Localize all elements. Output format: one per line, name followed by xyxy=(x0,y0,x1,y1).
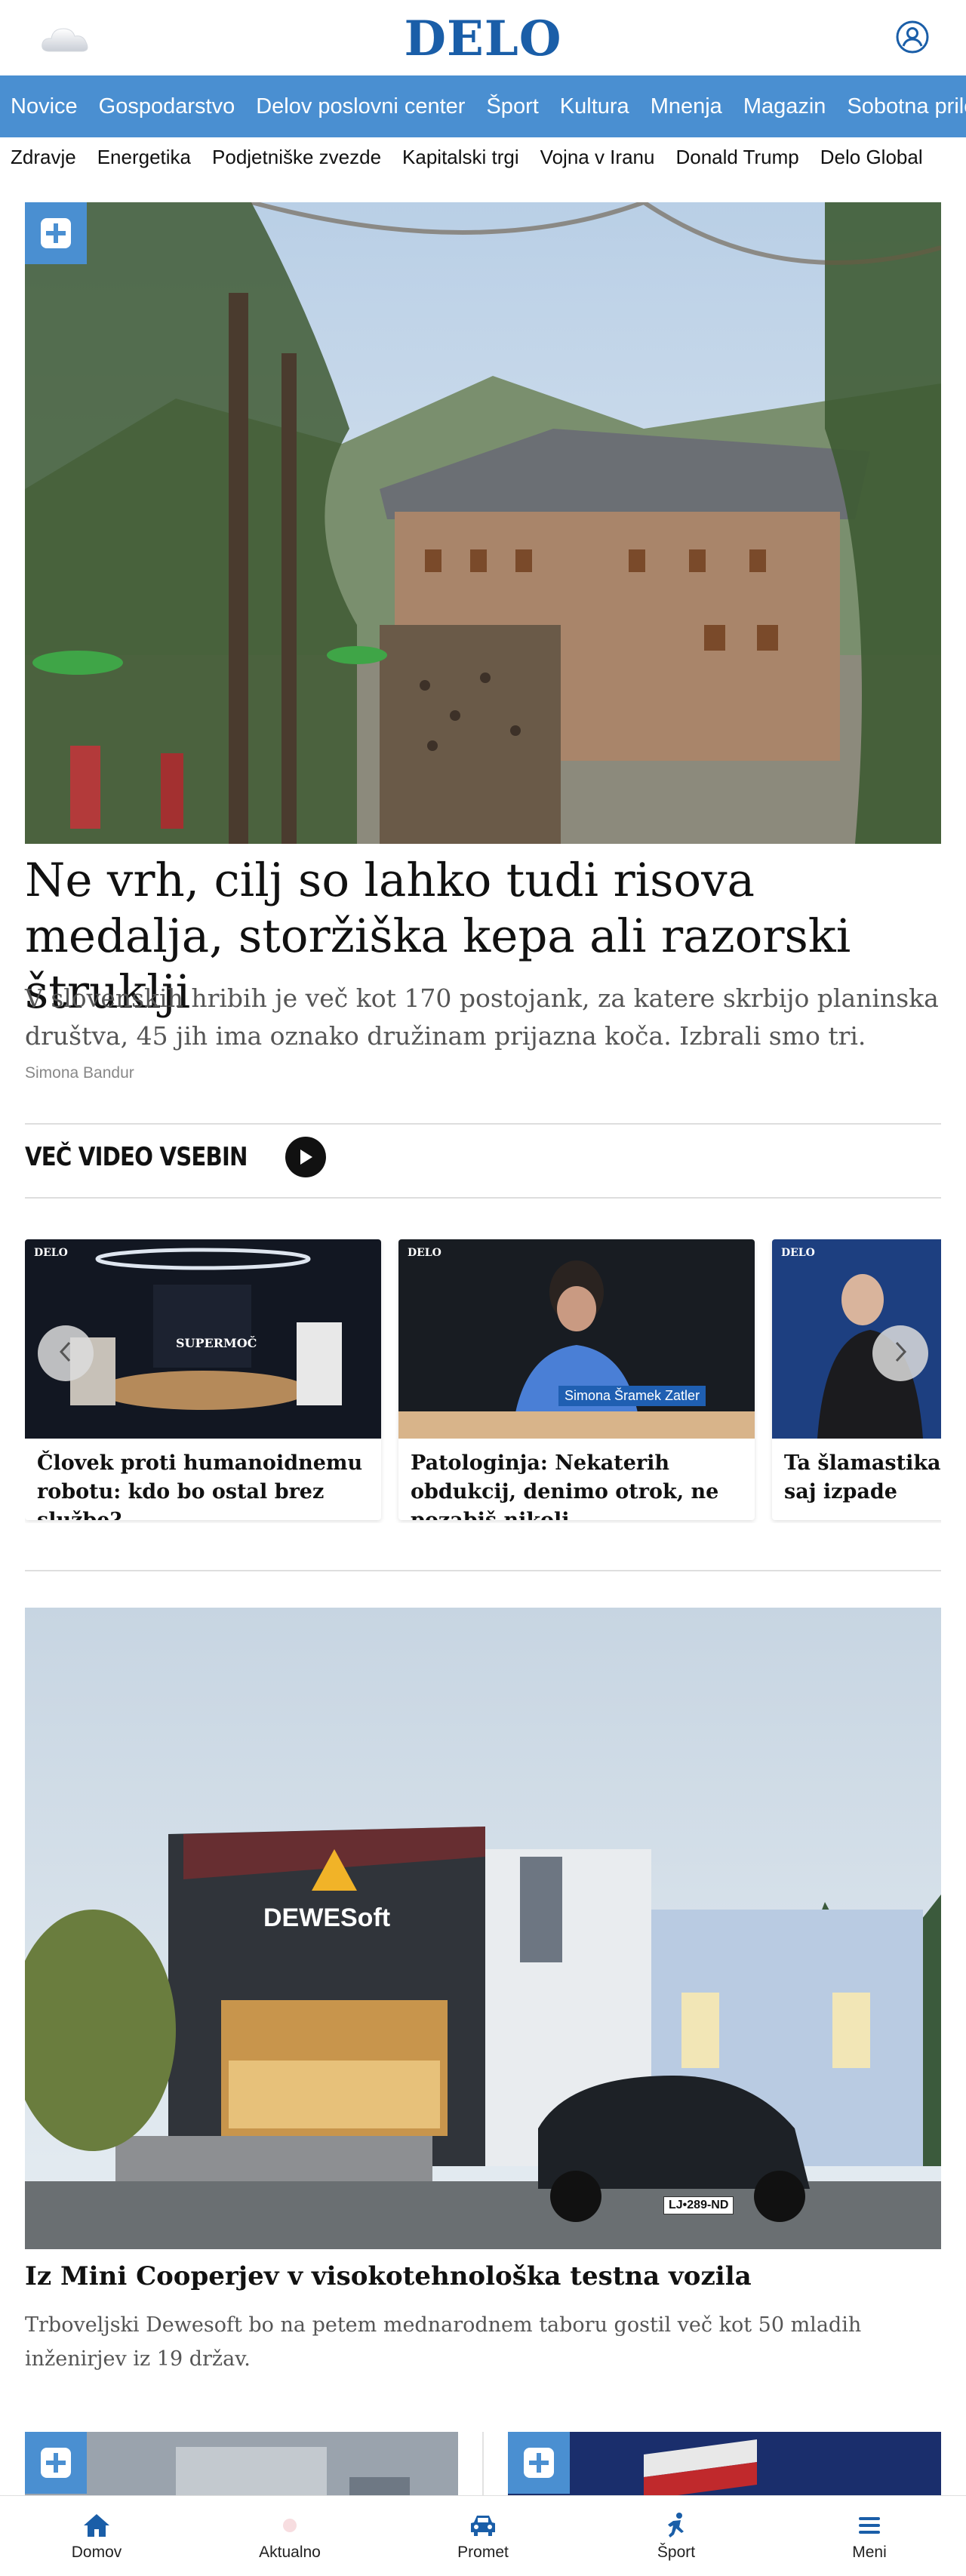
topic-zdravje[interactable]: Zdravje xyxy=(11,146,76,169)
video-name-caption: Simona Šramek Zatler xyxy=(558,1386,706,1406)
running-person-icon xyxy=(664,2510,688,2541)
section-divider xyxy=(25,1197,941,1199)
video-card[interactable]: DELO Simona Šramek Zatler Patologinja: N… xyxy=(398,1239,755,1520)
article-lead: Trboveljski Dewesoft bo na petem mednaro… xyxy=(25,2313,862,2371)
nav-item-gospodarstvo[interactable]: Gospodarstvo xyxy=(88,94,246,119)
video-card-title[interactable]: Ta šlamastika škodi državi, saj izpade xyxy=(772,1439,941,1507)
bottom-nav-label: Domov xyxy=(71,2544,122,2561)
building-sign: DEWESoft xyxy=(263,1904,391,1932)
license-plate: LJ•289-ND xyxy=(663,2196,734,2214)
video-overlay-text: SUPERMOČ xyxy=(176,1336,257,1350)
bottom-navigation: Domov Aktualno Promet Šport Meni xyxy=(0,2495,966,2576)
topic-energetika[interactable]: Energetika xyxy=(97,146,191,169)
nav-item-mnenja[interactable]: Mnenja xyxy=(640,94,733,119)
bottom-nav-promet[interactable]: Promet xyxy=(386,2496,580,2576)
bottom-nav-domov[interactable]: Domov xyxy=(0,2496,193,2576)
chevron-left-icon xyxy=(57,1340,75,1368)
carousel-next-button[interactable] xyxy=(872,1325,928,1381)
video-section-title: VEČ VIDEO VSEBIN xyxy=(25,1142,248,1172)
plus-badge-icon xyxy=(25,2432,87,2494)
mountain-hut-photo xyxy=(25,202,941,844)
top-header: DELO xyxy=(0,0,966,75)
plus-badge-icon xyxy=(508,2432,570,2494)
topic-delo-global[interactable]: Delo Global xyxy=(820,146,923,169)
bottom-nav-label: Meni xyxy=(852,2544,887,2561)
live-dot-icon xyxy=(281,2510,299,2541)
hero-article-lead: V slovenskih hribih je več kot 170 posto… xyxy=(25,983,939,1051)
chevron-right-icon xyxy=(891,1340,909,1368)
bottom-nav-label: Promet xyxy=(457,2544,509,2561)
delo-watermark: DELO xyxy=(781,1247,815,1259)
nav-item-sport[interactable]: Šport xyxy=(475,94,549,119)
bottom-nav-aktualno[interactable]: Aktualno xyxy=(193,2496,386,2576)
home-icon xyxy=(82,2510,111,2541)
nav-item-novice[interactable]: Novice xyxy=(0,94,88,119)
hero-article-author[interactable]: Simona Bandur xyxy=(25,1064,134,1082)
video-card-title[interactable]: Patologinja: Nekaterih obdukcij, denimo … xyxy=(398,1439,755,1520)
section-divider xyxy=(25,1570,941,1571)
bottom-nav-label: Šport xyxy=(657,2544,696,2561)
bottom-nav-label: Aktualno xyxy=(259,2544,321,2561)
delo-watermark: DELO xyxy=(34,1247,68,1259)
topic-donald-trump[interactable]: Donald Trump xyxy=(675,146,798,169)
video-card-title[interactable]: Človek proti humanoidnemu robotu: kdo bo… xyxy=(25,1439,381,1520)
main-navigation: Novice Gospodarstvo Delov poslovni cente… xyxy=(0,75,966,137)
delo-logo[interactable]: DELO xyxy=(0,11,966,67)
section-divider xyxy=(25,1123,941,1125)
bottom-nav-sport[interactable]: Šport xyxy=(580,2496,773,2576)
nav-item-delov-poslovni-center[interactable]: Delov poslovni center xyxy=(245,94,475,119)
topic-navigation: Zdravje Energetika Podjetniške zvezde Ka… xyxy=(0,137,966,177)
topic-podjetniske-zvezde[interactable]: Podjetniške zvezde xyxy=(212,146,381,169)
nav-item-sobotna-priloga[interactable]: Sobotna priloga xyxy=(836,94,966,119)
hero-article-image[interactable] xyxy=(25,202,941,844)
article-image[interactable]: DEWESoft LJ•289-ND xyxy=(25,1608,941,2249)
hamburger-menu-icon xyxy=(857,2510,881,2541)
nav-item-magazin[interactable]: Magazin xyxy=(733,94,837,119)
video-thumbnail: DELO Simona Šramek Zatler xyxy=(398,1239,755,1439)
nav-item-kultura[interactable]: Kultura xyxy=(549,94,640,119)
video-card[interactable]: DELO Ta šlamastika škodi državi, saj izp… xyxy=(772,1239,941,1520)
plus-badge-icon xyxy=(25,202,87,264)
car-icon xyxy=(469,2510,497,2541)
carousel-prev-button[interactable] xyxy=(38,1325,94,1381)
topic-vojna-v-iranu[interactable]: Vojna v Iranu xyxy=(540,146,655,169)
dewesoft-building-photo xyxy=(25,1608,941,2249)
bottom-nav-meni[interactable]: Meni xyxy=(773,2496,966,2576)
play-icon xyxy=(285,1137,326,1177)
video-card[interactable]: DELO SUPERMOČ Človek proti humanoidnemu … xyxy=(25,1239,381,1520)
user-account-icon[interactable] xyxy=(895,20,930,54)
video-section-header[interactable]: VEČ VIDEO VSEBIN xyxy=(25,1137,326,1177)
topic-kapitalski-trgi[interactable]: Kapitalski trgi xyxy=(402,146,519,169)
delo-watermark: DELO xyxy=(408,1247,441,1259)
video-carousel[interactable]: DELO SUPERMOČ Človek proti humanoidnemu … xyxy=(25,1239,941,1523)
article-headline[interactable]: Iz Mini Cooperjev v visokotehnološka tes… xyxy=(25,2261,752,2291)
